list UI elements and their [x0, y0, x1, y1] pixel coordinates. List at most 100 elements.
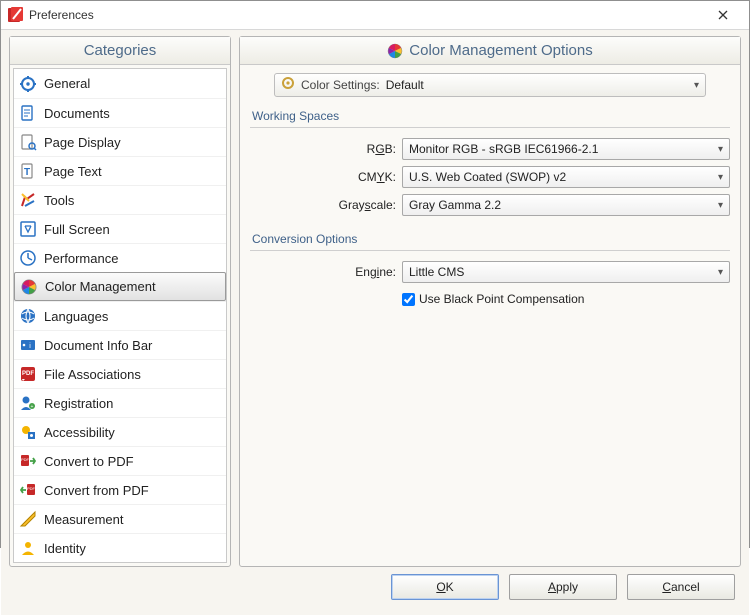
chevron-down-icon: ▾: [718, 144, 723, 155]
sidebar-item-documents[interactable]: Documents: [14, 98, 226, 127]
grayscale-row: Grayscale: Gray Gamma 2.2 ▾: [250, 192, 730, 218]
sidebar-item-label: Identity: [44, 541, 86, 556]
window-title: Preferences: [29, 8, 94, 22]
bpc-row: Use Black Point Compensation: [402, 287, 730, 311]
ok-button[interactable]: OK: [391, 574, 499, 600]
options-title: Color Management Options: [409, 42, 592, 59]
cancel-button[interactable]: Cancel: [627, 574, 735, 600]
close-icon: [718, 10, 728, 20]
category-icon: [18, 190, 38, 210]
sidebar-item-label: Accessibility: [44, 425, 115, 440]
engine-value: Little CMS: [409, 265, 464, 279]
bpc-label[interactable]: Use Black Point Compensation: [419, 292, 584, 306]
dialog-body: Categories General Documents Page Display T…: [1, 30, 749, 615]
options-header: Color Management Options: [240, 37, 740, 65]
engine-label: Engine:: [250, 265, 402, 279]
category-icon: [19, 277, 39, 297]
sidebar-item-registration[interactable]: + Registration: [14, 388, 226, 417]
sidebar-item-measurement[interactable]: Measurement: [14, 504, 226, 533]
cmyk-row: CMYK: U.S. Web Coated (SWOP) v2 ▾: [250, 164, 730, 190]
category-icon: [18, 74, 38, 94]
grayscale-dropdown[interactable]: Gray Gamma 2.2 ▾: [402, 194, 730, 216]
svg-text:PDF: PDF: [21, 457, 30, 462]
chevron-down-icon: ▾: [694, 80, 699, 91]
category-icon: [18, 538, 38, 558]
sidebar-item-label: Registration: [44, 396, 113, 411]
svg-text:T: T: [24, 167, 30, 178]
category-icon: [18, 103, 38, 123]
sidebar-item-label: Full Screen: [44, 222, 110, 237]
color-wheel-icon: [387, 43, 403, 59]
sidebar-item-convert-to-pdf[interactable]: PDF Convert to PDF: [14, 446, 226, 475]
sidebar-item-label: Color Management: [45, 279, 156, 294]
sidebar-item-general[interactable]: General: [14, 69, 226, 98]
engine-dropdown[interactable]: Little CMS ▾: [402, 261, 730, 283]
rgb-value: Monitor RGB - sRGB IEC61966-2.1: [409, 142, 598, 156]
category-icon: [18, 132, 38, 152]
categories-header: Categories: [10, 37, 230, 65]
category-icon: i: [18, 335, 38, 355]
sidebar-item-document-info-bar[interactable]: iDocument Info Bar: [14, 330, 226, 359]
sidebar-item-label: Measurement: [44, 512, 123, 527]
sidebar-item-label: File Associations: [44, 367, 141, 382]
category-icon: PDF: [18, 480, 38, 500]
dialog-footer: OK Apply Cancel: [9, 567, 741, 607]
bpc-checkbox[interactable]: [402, 293, 415, 306]
sidebar-item-page-text[interactable]: T Page Text: [14, 156, 226, 185]
color-settings-dropdown[interactable]: Color Settings: Default ▾: [274, 73, 706, 97]
sidebar-item-accessibility[interactable]: Accessibility: [14, 417, 226, 446]
sidebar-item-label: Convert from PDF: [44, 483, 149, 498]
sidebar-item-label: Page Display: [44, 135, 121, 150]
categories-list[interactable]: General Documents Page Display T Page Text To…: [13, 68, 227, 563]
engine-row: Engine: Little CMS ▾: [250, 259, 730, 285]
sidebar-item-label: Performance: [44, 251, 118, 266]
category-icon: [18, 248, 38, 268]
cmyk-value: U.S. Web Coated (SWOP) v2: [409, 170, 566, 184]
category-icon: PDF: [18, 364, 38, 384]
sidebar-item-tools[interactable]: Tools: [14, 185, 226, 214]
chevron-down-icon: ▾: [718, 267, 723, 278]
rgb-row: RGB: Monitor RGB - sRGB IEC61966-2.1 ▾: [250, 136, 730, 162]
category-icon: [18, 306, 38, 326]
conversion-options-group: Conversion Options Engine: Little CMS ▾: [250, 230, 730, 311]
rgb-dropdown[interactable]: Monitor RGB - sRGB IEC61966-2.1 ▾: [402, 138, 730, 160]
sidebar-item-languages[interactable]: Languages: [14, 301, 226, 330]
grayscale-label: Grayscale:: [250, 198, 402, 212]
sidebar-item-label: Page Text: [44, 164, 102, 179]
gear-icon: [281, 76, 295, 95]
category-icon: PDF: [18, 451, 38, 471]
sidebar-item-color-management[interactable]: Color Management: [14, 272, 226, 301]
svg-text:PDF: PDF: [27, 486, 36, 491]
cmyk-label: CMYK:: [250, 170, 402, 184]
categories-panel: Categories General Documents Page Display T…: [9, 36, 231, 567]
sidebar-item-label: Convert to PDF: [44, 454, 134, 469]
sidebar-item-label: General: [44, 76, 90, 91]
cmyk-dropdown[interactable]: U.S. Web Coated (SWOP) v2 ▾: [402, 166, 730, 188]
options-panel: Color Management Options Color Settings:…: [239, 36, 741, 567]
apply-button[interactable]: Apply: [509, 574, 617, 600]
category-icon: [18, 422, 38, 442]
options-body: Color Settings: Default ▾ Working Spaces…: [240, 65, 740, 321]
sidebar-item-label: Languages: [44, 309, 108, 324]
working-spaces-group: Working Spaces RGB: Monitor RGB - sRGB I…: [250, 107, 730, 220]
close-button[interactable]: [703, 1, 743, 29]
sidebar-item-performance[interactable]: Performance: [14, 243, 226, 272]
conversion-options-title: Conversion Options: [252, 232, 730, 246]
category-icon: +: [18, 393, 38, 413]
sidebar-item-label: Tools: [44, 193, 74, 208]
sidebar-item-page-display[interactable]: Page Display: [14, 127, 226, 156]
main-area: Categories General Documents Page Display T…: [9, 36, 741, 567]
sidebar-item-full-screen[interactable]: Full Screen: [14, 214, 226, 243]
sidebar-item-convert-from-pdf[interactable]: PDF Convert from PDF: [14, 475, 226, 504]
category-icon: T: [18, 161, 38, 181]
category-icon: [18, 509, 38, 529]
titlebar: Preferences: [1, 1, 749, 30]
sidebar-item-label: Documents: [44, 106, 110, 121]
rgb-label: RGB:: [250, 142, 402, 156]
sidebar-item-file-associations[interactable]: PDF File Associations: [14, 359, 226, 388]
category-icon: [18, 219, 38, 239]
chevron-down-icon: ▾: [718, 200, 723, 211]
chevron-down-icon: ▾: [718, 172, 723, 183]
svg-text:PDF: PDF: [22, 371, 34, 377]
svg-text:+: +: [31, 404, 34, 410]
